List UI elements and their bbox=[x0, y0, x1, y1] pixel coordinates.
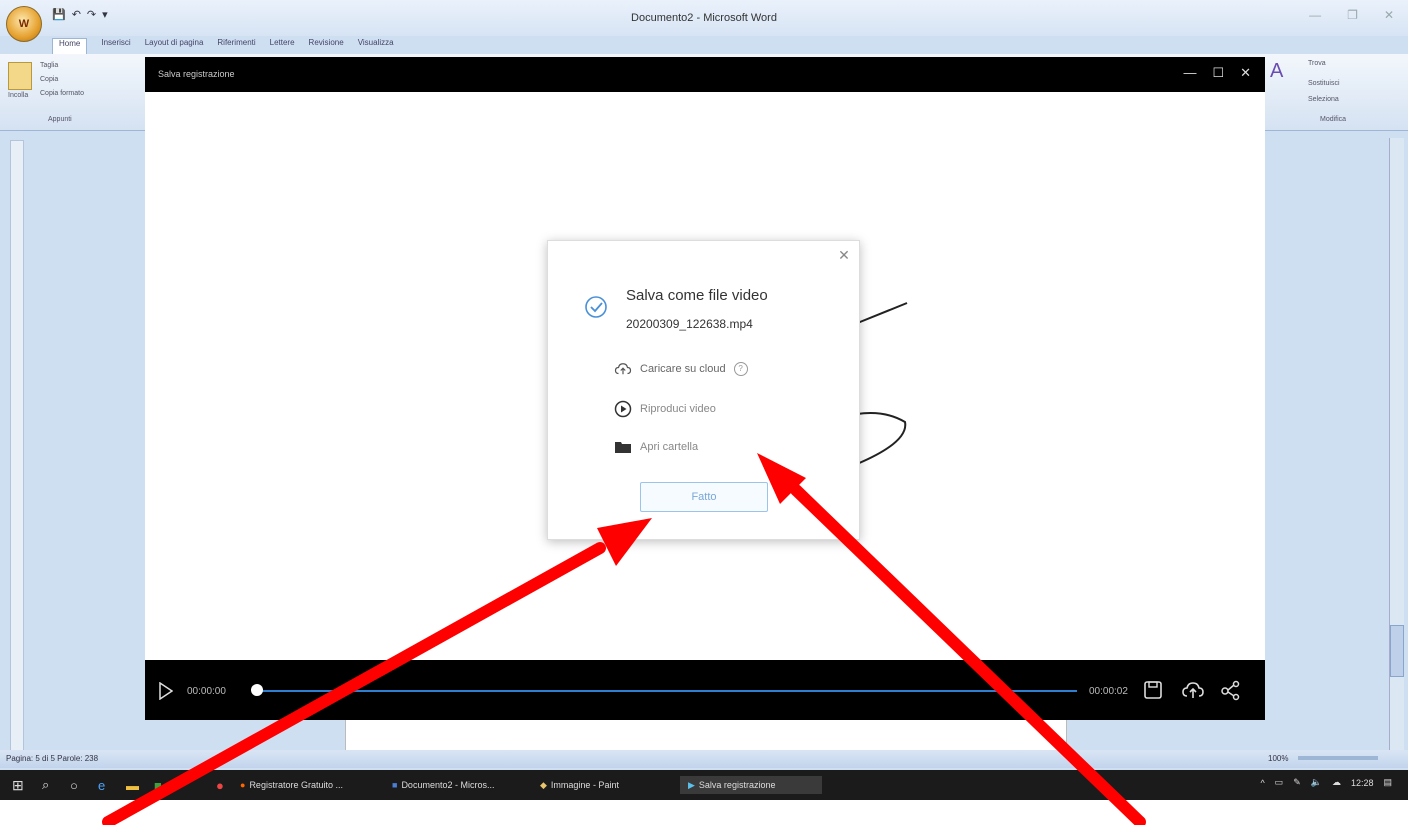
time-start: 00:00:00 bbox=[187, 686, 226, 697]
paste-button[interactable]: Incolla bbox=[8, 92, 28, 99]
taskbar-label: Salva registrazione bbox=[698, 780, 776, 790]
recorder-title: Salva registrazione bbox=[158, 69, 235, 79]
store-icon[interactable]: ■ bbox=[154, 776, 162, 794]
play-icon[interactable] bbox=[159, 682, 173, 700]
taskbar-paint[interactable]: ◆ Immagine - Paint bbox=[540, 776, 619, 794]
word-app-icon: ■ bbox=[392, 780, 398, 790]
cloud-upload-icon bbox=[614, 363, 632, 375]
play-circle-icon bbox=[614, 400, 632, 418]
find-button[interactable]: Trova bbox=[1308, 60, 1326, 67]
check-circle-icon bbox=[585, 296, 607, 318]
play-option-label: Riproduci video bbox=[640, 403, 716, 415]
chrome-icon[interactable]: ● bbox=[216, 776, 224, 794]
cut-button[interactable]: Taglia bbox=[40, 62, 58, 69]
folder-icon bbox=[615, 442, 631, 453]
taskbar-save-recording[interactable]: ▶ Salva registrazione bbox=[680, 776, 822, 794]
volume-icon[interactable]: 🔈 bbox=[1311, 777, 1322, 788]
timeline-thumb[interactable] bbox=[251, 684, 263, 696]
player-controls: 00:00:00 00:00:02 bbox=[145, 660, 1265, 720]
edge-icon[interactable]: e bbox=[98, 776, 105, 794]
window-title: Documento2 - Microsoft Word bbox=[631, 12, 777, 24]
taskbar-recorder[interactable]: ● Registratore Gratuito ... bbox=[240, 776, 343, 794]
help-icon[interactable]: ? bbox=[733, 362, 748, 376]
status-page-words[interactable]: Pagina: 5 di 5 Parole: 238 bbox=[6, 754, 98, 763]
cloud-icon[interactable]: ☁ bbox=[1332, 777, 1341, 788]
save-icon[interactable] bbox=[1141, 678, 1165, 702]
cloud-option-label: Caricare su cloud bbox=[640, 363, 726, 375]
cortana-icon[interactable]: ○ bbox=[70, 776, 78, 794]
close-icon[interactable]: ✕ bbox=[1384, 8, 1394, 22]
play-video-option[interactable]: Riproduci video bbox=[614, 399, 716, 419]
taskbar: ⊞ ⌕ ○ e ▬ ■ ● ● Registratore Gratuito ...… bbox=[0, 770, 1408, 800]
editing-group-label: Modifica bbox=[1320, 116, 1347, 123]
system-tray: ^ ▭ ✎ 🔈 ☁ 12:28 ▤ bbox=[1260, 777, 1392, 788]
vertical-ruler bbox=[10, 140, 24, 752]
select-button[interactable]: Seleziona bbox=[1308, 96, 1339, 103]
tab-mailings[interactable]: Lettere bbox=[270, 38, 295, 54]
notifications-icon[interactable]: ▤ bbox=[1383, 777, 1392, 788]
save-dialog: ✕ Salva come file video 20200309_122638.… bbox=[547, 240, 860, 540]
clipboard-group-label: Appunti bbox=[48, 116, 72, 123]
paste-icon[interactable] bbox=[8, 62, 32, 90]
tab-insert[interactable]: Inserisci bbox=[101, 38, 130, 54]
minimize-icon[interactable]: — bbox=[1183, 65, 1196, 81]
start-icon[interactable]: ⊞ bbox=[12, 776, 24, 794]
file-name: 20200309_122638.mp4 bbox=[626, 317, 753, 331]
open-folder-option[interactable]: Apri cartella bbox=[614, 437, 698, 457]
recorder-window-controls: — ☐ ✕ bbox=[1183, 65, 1251, 81]
explorer-icon[interactable]: ▬ bbox=[126, 776, 139, 794]
zoom-slider[interactable] bbox=[1298, 756, 1378, 760]
tab-references[interactable]: Riferimenti bbox=[217, 38, 255, 54]
taskbar-label: Documento2 - Micros... bbox=[401, 780, 495, 790]
upload-cloud-icon[interactable] bbox=[1181, 678, 1205, 702]
maximize-icon[interactable]: ☐ bbox=[1212, 65, 1224, 81]
maximize-icon[interactable]: ❐ bbox=[1347, 8, 1358, 22]
pen-icon[interactable]: ✎ bbox=[1293, 777, 1301, 788]
styles-icon[interactable]: A bbox=[1270, 60, 1290, 84]
close-icon[interactable]: ✕ bbox=[1240, 65, 1251, 81]
clock[interactable]: 12:28 bbox=[1351, 778, 1374, 788]
scrollbar-thumb[interactable] bbox=[1390, 625, 1404, 677]
done-button[interactable]: Fatto bbox=[640, 482, 768, 512]
timeline-track[interactable] bbox=[257, 690, 1077, 692]
recorder-window-icon: ▶ bbox=[688, 779, 695, 790]
word-window-controls: — ❐ ✕ bbox=[1309, 8, 1394, 22]
ribbon-tabs: Home Inserisci Layout di pagina Riferime… bbox=[52, 38, 394, 54]
folder-option-label: Apri cartella bbox=[640, 441, 699, 453]
taskbar-word[interactable]: ■ Documento2 - Micros... bbox=[392, 776, 494, 794]
tab-review[interactable]: Revisione bbox=[309, 38, 344, 54]
network-icon[interactable]: ▭ bbox=[1275, 777, 1284, 788]
taskbar-label: Registratore Gratuito ... bbox=[249, 780, 343, 790]
dialog-title: Salva come file video bbox=[626, 287, 768, 304]
search-icon[interactable]: ⌕ bbox=[42, 776, 49, 794]
upload-cloud-option[interactable]: Caricare su cloud ? bbox=[614, 359, 748, 379]
tab-home[interactable]: Home bbox=[52, 38, 88, 54]
tab-layout[interactable]: Layout di pagina bbox=[145, 38, 204, 54]
copy-button[interactable]: Copia bbox=[40, 76, 58, 83]
replace-button[interactable]: Sostituisci bbox=[1308, 80, 1340, 87]
taskbar-label: Immagine - Paint bbox=[550, 780, 619, 790]
close-icon[interactable]: ✕ bbox=[836, 247, 852, 263]
status-bar: Pagina: 5 di 5 Parole: 238 100% bbox=[0, 750, 1408, 768]
zoom-level[interactable]: 100% bbox=[1268, 754, 1288, 763]
time-end: 00:00:02 bbox=[1089, 686, 1128, 697]
minimize-icon[interactable]: — bbox=[1309, 8, 1321, 22]
share-icon[interactable] bbox=[1219, 678, 1243, 702]
format-painter-button[interactable]: Copia formato bbox=[40, 90, 84, 97]
document-page[interactable] bbox=[345, 720, 1067, 750]
tab-view[interactable]: Visualizza bbox=[358, 38, 394, 54]
chevron-up-icon[interactable]: ^ bbox=[1260, 778, 1264, 788]
recorder-app-icon: ● bbox=[240, 780, 246, 790]
paint-app-icon: ◆ bbox=[540, 779, 547, 790]
